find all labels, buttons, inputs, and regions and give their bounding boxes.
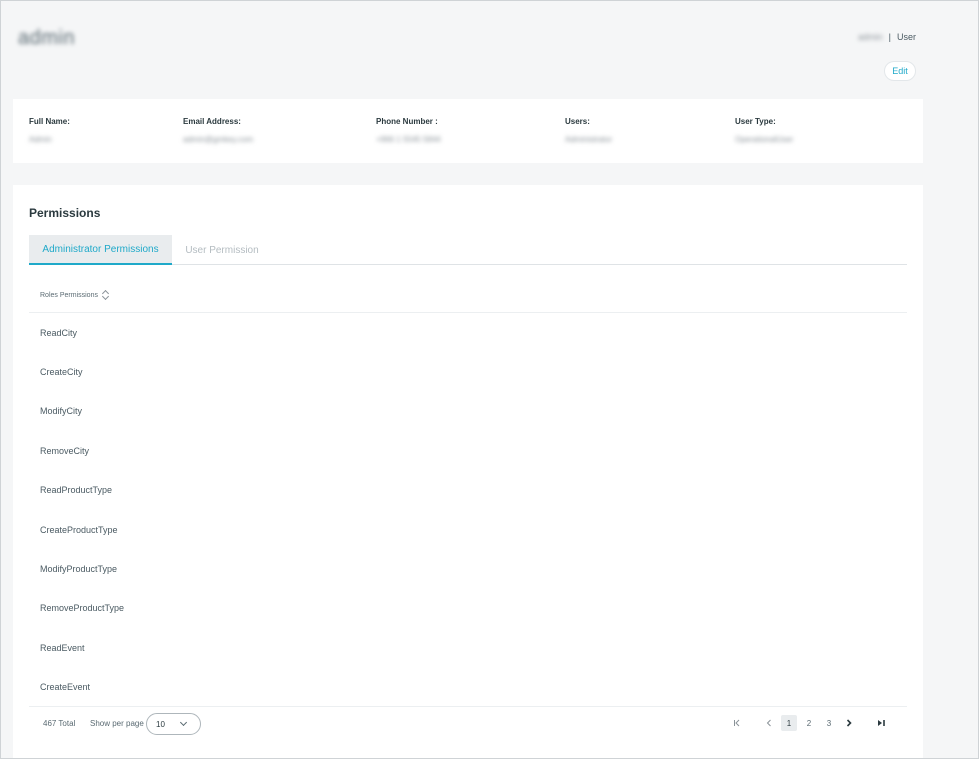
table-row: ModifyCity xyxy=(40,406,83,417)
table-row: RemoveProductType xyxy=(40,603,125,614)
separator: | xyxy=(888,32,891,42)
table-row: CreateCity xyxy=(40,367,83,378)
page-button-3[interactable]: 3 xyxy=(819,715,839,731)
users-value: Administrator xyxy=(565,135,613,144)
table-row: CreateEvent xyxy=(40,682,91,693)
per-page-value: 10 xyxy=(156,719,165,729)
permission-tabs: Administrator Permissions User Permissio… xyxy=(29,235,907,265)
first-page-button[interactable] xyxy=(727,715,747,731)
prev-page-icon xyxy=(766,719,771,727)
user-info-card: Full Name: Admin Email Address: admin@gm… xyxy=(13,99,923,163)
per-page-label: Show per page xyxy=(90,719,144,728)
column-header-label: Roles Permissions xyxy=(40,291,98,299)
next-page-icon xyxy=(846,719,852,727)
next-page-button[interactable] xyxy=(839,715,859,731)
page-button-1[interactable]: 1 xyxy=(781,715,797,731)
per-page-select[interactable]: 10 xyxy=(146,713,201,735)
table-row: RemoveCity xyxy=(40,445,90,456)
full-name-label: Full Name: xyxy=(29,117,70,126)
first-page-icon xyxy=(734,719,740,727)
user-type-value: OperationalUser xyxy=(735,135,794,144)
prev-page-button[interactable] xyxy=(759,715,779,731)
phone-field: Phone Number : +966 1 5545 5844 xyxy=(376,117,441,144)
page-button-2[interactable]: 2 xyxy=(799,715,819,731)
app-window: admin admin | User Edit Full Name: Admin… xyxy=(0,0,979,759)
email-field: Email Address: admin@gmkey.com xyxy=(183,117,253,144)
pagination: 1 2 3 xyxy=(727,715,891,731)
table-row: ReadEvent xyxy=(40,642,85,653)
phone-label: Phone Number : xyxy=(376,117,438,126)
footer-divider xyxy=(29,706,907,707)
sort-icon[interactable] xyxy=(102,289,110,301)
permissions-card: Permissions Administrator Permissions Us… xyxy=(13,185,923,758)
table-row: ReadProductType xyxy=(40,485,113,496)
permissions-table-body: ReadCity CreateCity ModifyCity RemoveCit… xyxy=(29,313,907,707)
full-name-value: Admin xyxy=(29,135,52,144)
users-label: Users: xyxy=(565,117,590,126)
table-row: CreateProductType xyxy=(40,524,118,535)
username-link[interactable]: admin xyxy=(858,32,883,42)
email-value: admin@gmkey.com xyxy=(183,135,254,144)
brand-logo: admin xyxy=(18,27,75,49)
user-type-label: User Type: xyxy=(735,117,776,126)
full-name-field: Full Name: Admin xyxy=(29,117,70,144)
user-type-field: User Type: OperationalUser xyxy=(735,117,793,144)
users-field: Users: Administrator xyxy=(565,117,612,144)
tab-administrator-permissions[interactable]: Administrator Permissions xyxy=(29,235,172,265)
user-menu: admin | User xyxy=(858,32,916,42)
phone-value: +966 1 5545 5844 xyxy=(376,135,441,144)
email-label: Email Address: xyxy=(183,117,241,126)
table-row: ReadCity xyxy=(40,327,78,338)
edit-button[interactable]: Edit xyxy=(884,61,916,81)
tab-user-permission[interactable]: User Permission xyxy=(172,235,272,265)
last-page-button[interactable] xyxy=(871,715,891,731)
permissions-title: Permissions xyxy=(29,206,101,220)
table-row: ModifyProductType xyxy=(40,564,118,575)
chevron-down-icon xyxy=(179,718,188,727)
roles-permissions-column-header[interactable]: Roles Permissions xyxy=(40,289,110,301)
user-link[interactable]: User xyxy=(897,32,916,42)
last-page-icon xyxy=(877,720,885,726)
total-count: 467 Total xyxy=(43,719,76,728)
